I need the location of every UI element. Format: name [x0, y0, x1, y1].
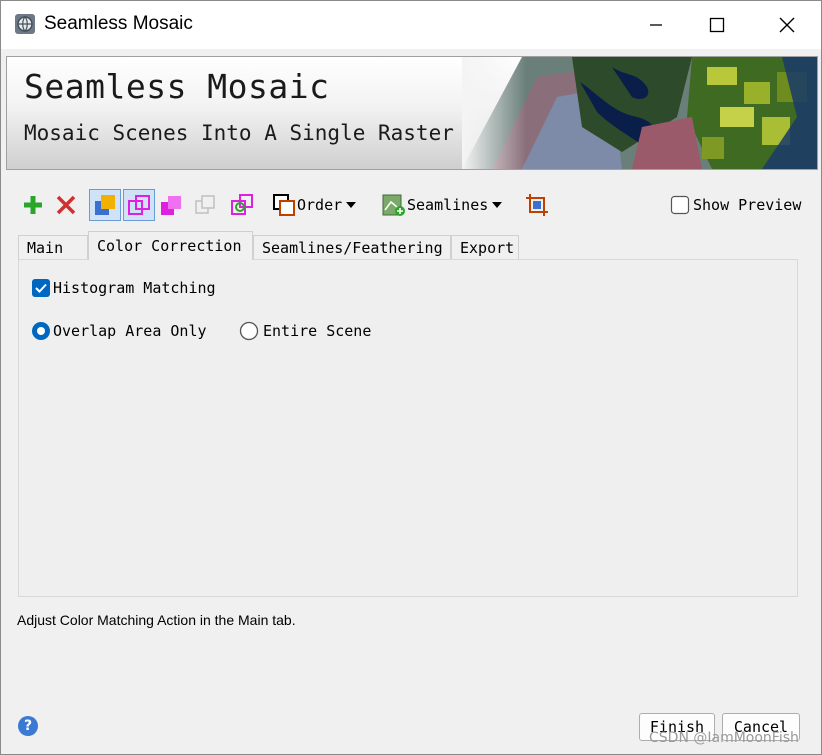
footprint-outline-icon: [128, 195, 150, 215]
header-banner: Seamless Mosaic Mosaic Scenes Into A Sin…: [6, 56, 818, 170]
seamlines-label: Seamlines: [407, 196, 489, 214]
status-message: Adjust Color Matching Action in the Main…: [17, 612, 296, 628]
radio-selected-icon: [32, 322, 50, 340]
order-label: Order: [297, 196, 343, 214]
entire-scene-radio[interactable]: Entire Scene: [239, 321, 371, 341]
app-globe-icon: [15, 14, 35, 34]
window-title: Seamless Mosaic: [44, 13, 193, 34]
minimize-icon: [650, 24, 662, 26]
tab-export[interactable]: Export: [451, 235, 519, 259]
seamless-mosaic-dialog: Seamless Mosaic Seamless Mosaic Mosaic S…: [0, 0, 822, 755]
copy-icon: [195, 195, 215, 214]
radio-unselected-icon: [239, 321, 259, 341]
reference-scene-button[interactable]: [229, 191, 255, 219]
crop-button[interactable]: [524, 191, 550, 219]
help-button[interactable]: ?: [18, 716, 38, 736]
add-scenes-button[interactable]: [21, 191, 45, 219]
color-correction-panel: Histogram Matching Overlap Area Only Ent…: [18, 259, 798, 597]
delete-x-icon: [56, 195, 76, 215]
satellite-imagery-banner-image: [462, 57, 817, 169]
entire-scene-label: Entire Scene: [263, 322, 372, 340]
maximize-button[interactable]: [684, 1, 750, 49]
show-preview-label: Show Preview: [693, 196, 802, 214]
chevron-down-icon: [492, 202, 503, 208]
show-footprints-toggle[interactable]: [89, 189, 121, 221]
help-icon: ?: [23, 718, 33, 734]
title-bar: Seamless Mosaic: [1, 1, 821, 49]
tab-main[interactable]: Main: [18, 235, 88, 259]
close-button[interactable]: [754, 1, 820, 49]
footprint-fill-icon: [95, 195, 115, 215]
maximize-icon: [709, 17, 725, 33]
show-outlines-toggle[interactable]: [123, 189, 155, 221]
histogram-matching-checkbox[interactable]: Histogram Matching: [31, 278, 216, 298]
order-layers-icon: [273, 194, 295, 216]
seamlines-map-icon: [382, 194, 405, 216]
banner-title: Seamless Mosaic: [24, 67, 330, 106]
show-preview-checkbox[interactable]: Show Preview: [670, 191, 801, 219]
checkbox-unchecked-icon: [670, 195, 690, 215]
refresh-layers-icon: [231, 194, 253, 215]
crop-icon: [526, 194, 548, 216]
order-dropdown[interactable]: Order: [271, 191, 357, 219]
overlap-area-only-label: Overlap Area Only: [53, 322, 207, 340]
seamlines-dropdown[interactable]: Seamlines: [381, 191, 503, 219]
checkbox-checked-icon: [32, 279, 50, 297]
watermark-text: CSDN @IamMoonFish: [649, 730, 799, 746]
chevron-down-icon: [346, 202, 357, 208]
banner-subtitle: Mosaic Scenes Into A Single Raster: [24, 121, 454, 145]
overlap-area-only-radio[interactable]: Overlap Area Only: [31, 321, 207, 341]
show-data-button[interactable]: [159, 191, 183, 219]
minimize-button[interactable]: [623, 1, 689, 49]
remove-scenes-button[interactable]: [54, 191, 78, 219]
tab-seamlines-feathering[interactable]: Seamlines/Feathering: [253, 235, 451, 259]
close-icon: [779, 17, 795, 33]
magenta-layers-icon: [161, 196, 181, 215]
tab-color-correction[interactable]: Color Correction: [88, 231, 253, 260]
histogram-matching-label: Histogram Matching: [53, 279, 216, 297]
plus-icon: [24, 196, 42, 214]
copy-disabled-button[interactable]: [193, 191, 217, 219]
